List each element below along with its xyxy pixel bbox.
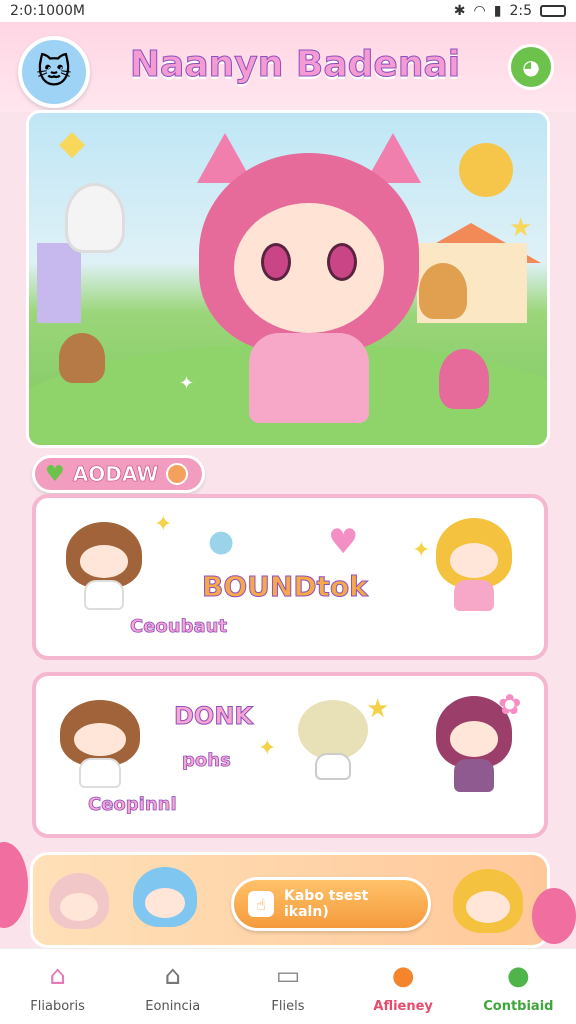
- brown-hair-character: [66, 522, 142, 610]
- bald-character: [298, 700, 368, 780]
- promo-panel: ☝ Kabo tsest ikaln): [30, 852, 550, 948]
- balloon-character: [459, 143, 513, 197]
- sparkle-icon: ✦: [179, 373, 195, 394]
- status-bar: 2:0:1000M ✱ ◠ ▮ 2:5: [0, 0, 576, 22]
- white-hair-character: [65, 183, 125, 253]
- battery-icon: [540, 5, 566, 17]
- section-label: AODAW: [72, 462, 159, 487]
- blob-icon: ●: [208, 524, 235, 559]
- card-caption: Ceopinnl: [88, 794, 177, 816]
- nav-item-explore[interactable]: ⌂ Eonincia: [123, 959, 223, 1014]
- feature-card-2[interactable]: DONK pohs Ceopinnl ★ ✦ ✿: [32, 672, 548, 838]
- person-icon: ●: [507, 961, 530, 991]
- balloon-decoration: [0, 842, 28, 928]
- signal-icon: ▮: [493, 3, 502, 19]
- app-header: 🐱 Naanyn Badenai ◕: [0, 22, 576, 112]
- house-outline-icon: ⌂: [164, 961, 182, 991]
- blonde-character: [453, 869, 523, 933]
- small-pink-character: [439, 349, 489, 409]
- cta-line-1: Kabo tsest: [284, 888, 369, 904]
- app-title: Naanyn Badenai: [129, 44, 461, 86]
- section-tag[interactable]: ♥ AODAW: [32, 455, 206, 493]
- bottom-nav: ⌂ Fliaboris ⌂ Eonincia ▭ Fliels ● Aflien…: [0, 948, 576, 1024]
- character-face: [79, 545, 129, 579]
- blue-hair-character: [133, 867, 197, 927]
- cta-line-2: ikaln): [284, 904, 329, 920]
- wifi-icon: ◠: [473, 3, 486, 19]
- character-face: [144, 888, 186, 918]
- star-icon: ◆: [59, 123, 86, 163]
- cta-button[interactable]: ☝ Kabo tsest ikaln): [231, 877, 431, 931]
- main-character: [189, 133, 429, 433]
- right-eye: [327, 243, 357, 281]
- character-body: [314, 752, 352, 780]
- cat-avatar-icon: 🐱: [36, 52, 72, 92]
- character-body: [79, 758, 121, 788]
- nav-label: Fliaboris: [30, 999, 85, 1014]
- character-body: [454, 759, 494, 792]
- status-icons: ✱ ◠ ▮ 2:5: [454, 3, 566, 19]
- badge-icon: [166, 463, 189, 485]
- star-icon: ★: [366, 694, 390, 724]
- bear-character: [59, 333, 105, 383]
- character-face: [449, 542, 499, 578]
- nav-item-profile[interactable]: ● Contbiaid: [468, 959, 568, 1014]
- status-time-right: 2:5: [509, 3, 532, 19]
- sparkle-icon: ✦: [412, 538, 431, 563]
- feature-card-1[interactable]: ● ♥ ✦ BOUNDtok Ceoubaut ✦: [32, 494, 548, 660]
- character-body: [84, 580, 124, 610]
- nav-item-files[interactable]: ▭ Fliels: [238, 959, 338, 1014]
- nav-item-activity[interactable]: ● Aflieney: [353, 959, 453, 1014]
- nav-item-home[interactable]: ⌂ Fliaboris: [8, 959, 108, 1014]
- pink-cat-character: [49, 873, 109, 929]
- card-word-center: BOUNDtok: [202, 570, 369, 604]
- character-face: [449, 721, 499, 758]
- heart-icon: ♥: [328, 522, 359, 562]
- character-dress: [249, 333, 369, 423]
- hero-banner[interactable]: ◆ ✦ ★: [26, 110, 550, 448]
- star-icon: ★: [509, 213, 533, 243]
- avatar[interactable]: 🐱: [18, 36, 90, 108]
- nav-label: Aflieney: [373, 999, 433, 1014]
- card-caption: Ceoubaut: [130, 616, 228, 638]
- character-body: [454, 579, 494, 612]
- character-face: [59, 892, 99, 921]
- left-eye: [261, 243, 291, 281]
- sparkle-icon: ✦: [258, 736, 277, 761]
- blonde-character: [436, 518, 512, 612]
- heart-icon: ♥: [45, 461, 65, 487]
- nav-label: Contbiaid: [483, 999, 554, 1014]
- nav-label: Eonincia: [145, 999, 201, 1014]
- character-face: [465, 891, 511, 924]
- bluetooth-icon: ✱: [453, 3, 466, 19]
- card-word-mid: pohs: [182, 750, 232, 772]
- character-face: [234, 203, 384, 333]
- house-pink-icon: ⌂: [49, 961, 66, 991]
- blob-face-icon: ◕: [522, 55, 540, 79]
- sparkle-icon: ✦: [154, 512, 173, 537]
- folder-icon: ▭: [275, 961, 301, 991]
- cta-label: Kabo tsest ikaln): [284, 888, 368, 920]
- green-blob-button[interactable]: ◕: [508, 44, 554, 90]
- balloon-decoration: [532, 888, 576, 944]
- fruit-icon: ●: [391, 961, 415, 991]
- brown-hair-character: [60, 700, 140, 788]
- castle-illustration: [37, 243, 81, 323]
- card-word-top: DONK: [173, 702, 254, 731]
- nav-label: Fliels: [271, 999, 305, 1014]
- hand-icon: ☝: [248, 891, 274, 917]
- character-face: [74, 723, 126, 757]
- status-time-left: 2:0:1000M: [10, 3, 85, 19]
- flower-icon: ✿: [498, 688, 522, 721]
